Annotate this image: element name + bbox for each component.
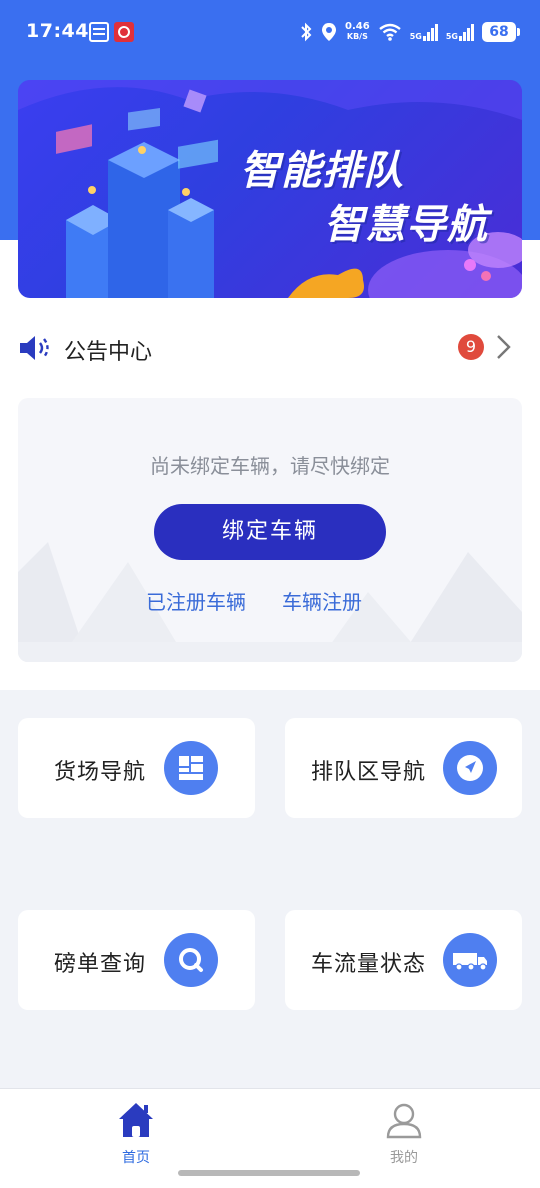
battery-icon: 68 bbox=[482, 22, 520, 42]
user-icon bbox=[386, 1103, 422, 1139]
tab-me[interactable]: 我的 bbox=[372, 1097, 436, 1166]
chevron-right-icon[interactable] bbox=[494, 334, 512, 360]
weigh-ticket-query-label: 磅单查询 bbox=[54, 952, 147, 977]
wifi-icon bbox=[378, 23, 401, 41]
location-icon bbox=[322, 23, 337, 41]
yard-navigation-label: 货场导航 bbox=[54, 760, 147, 785]
promo-banner[interactable]: 智能排队 智慧导航 bbox=[18, 80, 522, 298]
sim1-label: 5G bbox=[409, 31, 422, 41]
bind-vehicle-card: 尚未绑定车辆，请尽快绑定 绑定车辆 已注册车辆 车辆注册 bbox=[18, 398, 522, 662]
banner-title-line2: 智慧导航 bbox=[324, 202, 488, 248]
notice-title: 公告中心 bbox=[64, 340, 153, 365]
sim2-label: 5G bbox=[445, 31, 458, 41]
bind-vehicle-button[interactable]: 绑定车辆 bbox=[154, 504, 386, 560]
signal-icon-sim1: 5G bbox=[409, 23, 438, 41]
traffic-status-card[interactable]: 车流量状态 bbox=[285, 910, 522, 1010]
home-indicator[interactable] bbox=[178, 1170, 360, 1176]
queue-area-navigation-label: 排队区导航 bbox=[311, 760, 427, 785]
map-icon bbox=[164, 741, 218, 795]
tab-home[interactable]: 首页 bbox=[104, 1097, 168, 1166]
speaker-icon bbox=[20, 336, 49, 360]
banner-title-line1: 智能排队 bbox=[240, 148, 404, 194]
app-notification-icon bbox=[89, 22, 109, 42]
search-icon bbox=[164, 933, 218, 987]
home-icon bbox=[119, 1103, 153, 1137]
network-speed-value: 0.46 bbox=[345, 21, 370, 32]
queue-area-navigation-card[interactable]: 排队区导航 bbox=[285, 718, 522, 818]
mountain-background-illustration bbox=[18, 542, 522, 662]
bank-notification-icon bbox=[114, 22, 134, 42]
notice-unread-badge: 9 bbox=[458, 334, 484, 360]
navigation-icon bbox=[443, 741, 497, 795]
status-time: 17:44 bbox=[26, 20, 89, 42]
notice-center-row[interactable]: 公告中心 9 bbox=[18, 322, 522, 374]
bind-hint-text: 尚未绑定车辆，请尽快绑定 bbox=[150, 454, 390, 478]
weigh-ticket-query-card[interactable]: 磅单查询 bbox=[18, 910, 255, 1010]
bluetooth-icon bbox=[301, 22, 312, 42]
status-icons: 0.46 KB/S 5G 5G 68 bbox=[299, 18, 520, 46]
truck-icon bbox=[443, 933, 497, 987]
signal-icon-sim2: 5G bbox=[445, 23, 474, 41]
registered-vehicles-link[interactable]: 已注册车辆 bbox=[146, 586, 246, 615]
status-bar: 17:44 0.46 KB/S 5G 5G 68 bbox=[0, 0, 540, 64]
tab-me-label: 我的 bbox=[390, 1150, 418, 1166]
tab-home-label: 首页 bbox=[122, 1150, 150, 1166]
network-speed-unit: KB/S bbox=[346, 32, 368, 41]
traffic-status-label: 车流量状态 bbox=[311, 952, 427, 977]
vehicle-register-link[interactable]: 车辆注册 bbox=[282, 586, 362, 615]
yard-navigation-card[interactable]: 货场导航 bbox=[18, 718, 255, 818]
network-speed: 0.46 KB/S bbox=[345, 22, 370, 42]
